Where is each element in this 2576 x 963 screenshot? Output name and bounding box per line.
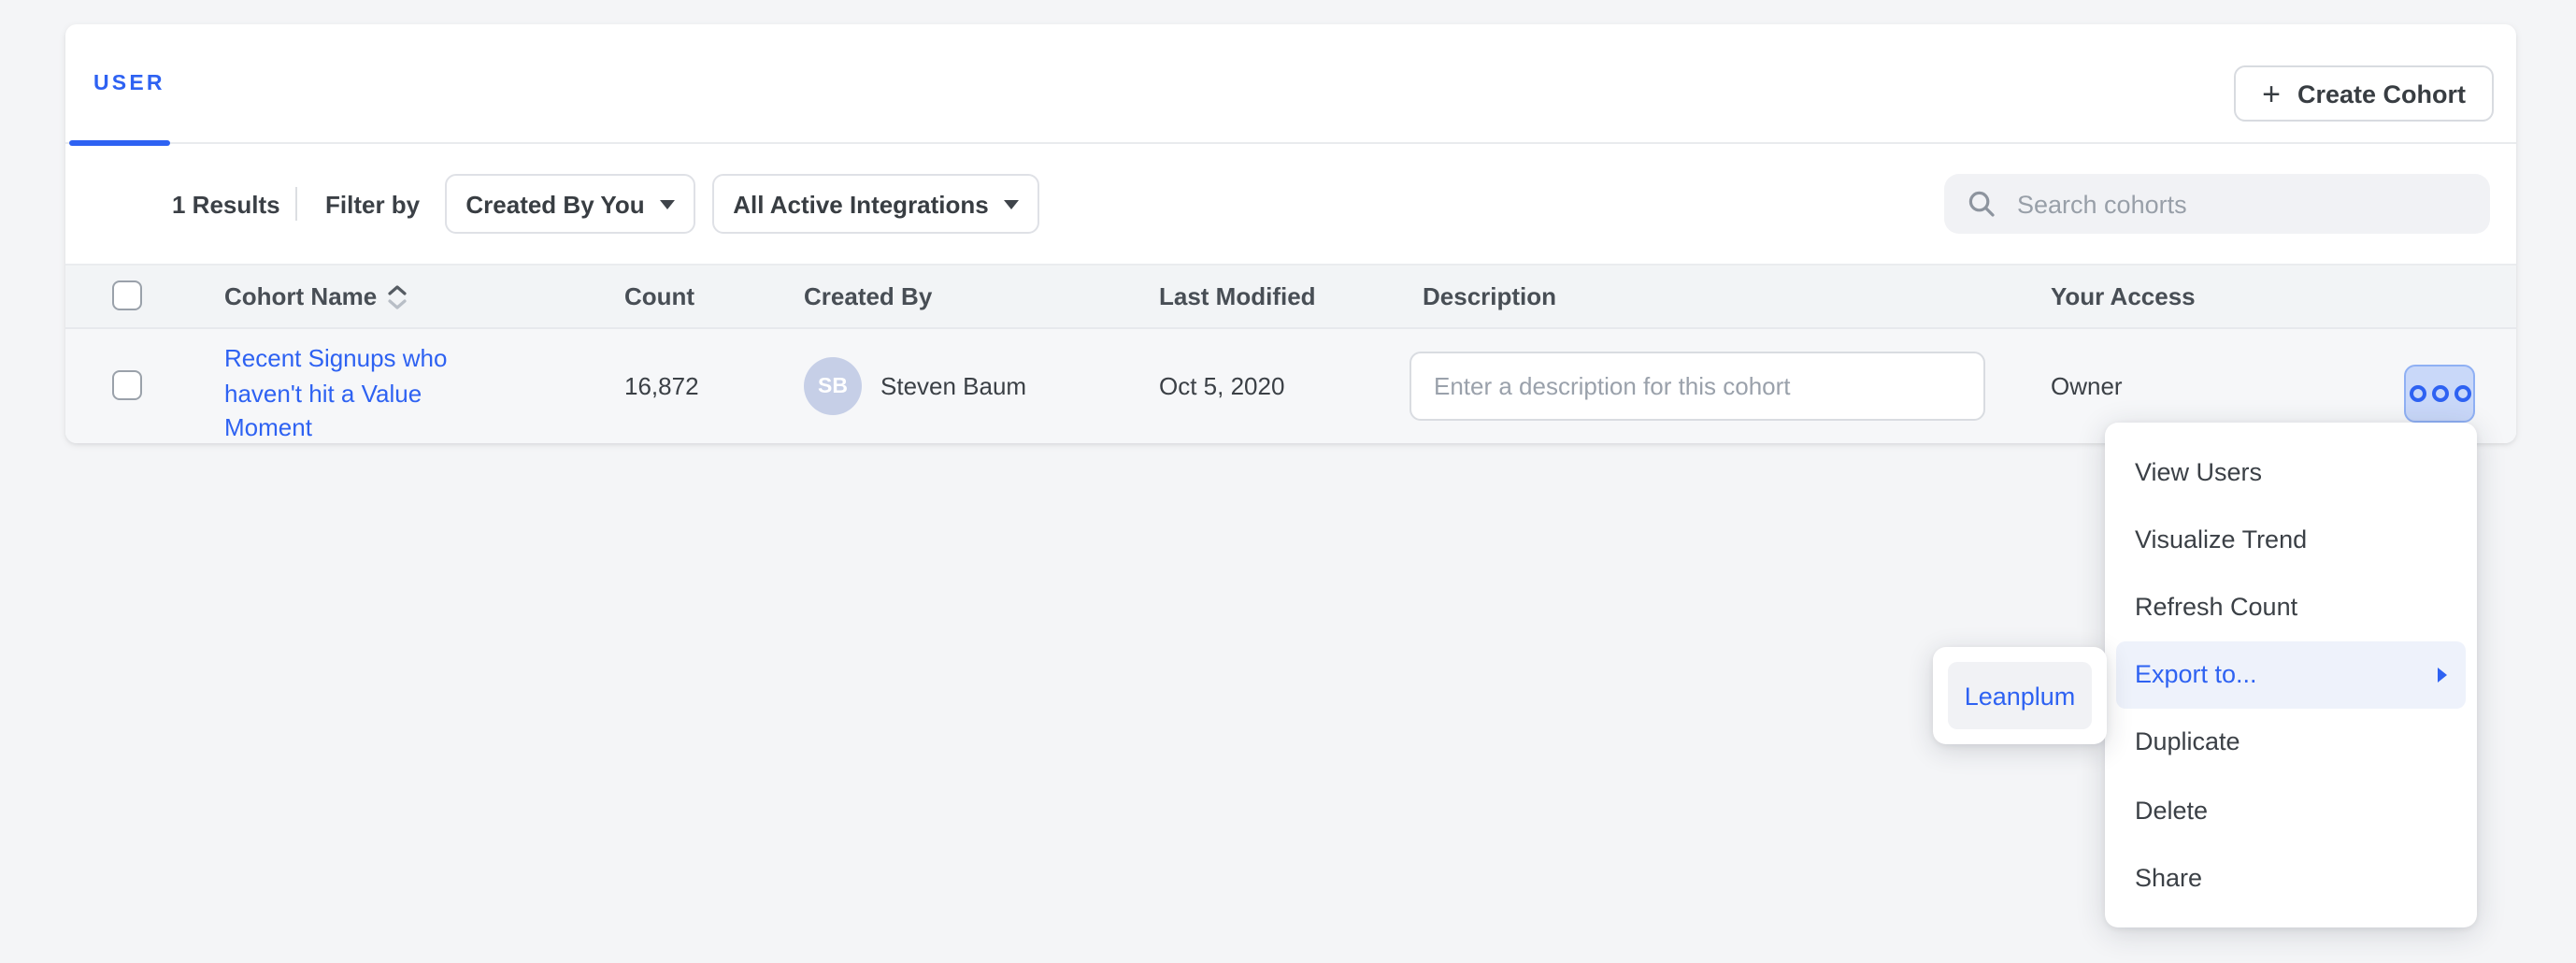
- menu-item-export-to[interactable]: Export to...: [2116, 640, 2466, 708]
- select-all-checkbox[interactable]: [112, 280, 142, 310]
- menu-item-view-users[interactable]: View Users: [2105, 438, 2477, 505]
- integrations-dropdown-label: All Active Integrations: [733, 190, 989, 218]
- search-cohorts-box[interactable]: [1944, 174, 2490, 234]
- filter-by-label: Filter by: [325, 144, 420, 264]
- column-header-your-access: Your Access: [2051, 266, 2196, 327]
- cohort-name-header-label: Cohort Name: [224, 282, 377, 310]
- tab-user[interactable]: USER: [65, 24, 193, 144]
- cohorts-card: USER + Create Cohort 1 Results Filter by…: [65, 24, 2516, 443]
- ellipsis-icon: [2409, 385, 2426, 402]
- created-by-name: Steven Baum: [880, 329, 1026, 443]
- cohort-name-link[interactable]: Recent Signups who haven't hit a Value M…: [224, 342, 460, 446]
- cohorts-page: USER + Create Cohort 1 Results Filter by…: [0, 0, 2576, 963]
- divider: [295, 187, 297, 221]
- created-by-dropdown[interactable]: Created By You: [445, 174, 695, 234]
- column-header-description: Description: [1423, 266, 1556, 327]
- menu-item-duplicate[interactable]: Duplicate: [2105, 709, 2477, 776]
- menu-item-delete[interactable]: Delete: [2105, 776, 2477, 843]
- sort-icon: [386, 283, 407, 309]
- row-actions-button[interactable]: [2404, 365, 2475, 423]
- menu-item-visualize-trend[interactable]: Visualize Trend: [2105, 505, 2477, 572]
- row-actions-menu: View Users Visualize Trend Refresh Count…: [2105, 423, 2477, 927]
- create-cohort-button[interactable]: + Create Cohort: [2234, 65, 2494, 122]
- ellipsis-icon: [2454, 385, 2470, 402]
- column-header-cohort-name[interactable]: Cohort Name: [224, 266, 407, 327]
- table-header-row: Cohort Name Count Created By Last Modifi…: [65, 264, 2516, 329]
- filter-bar: 1 Results Filter by Created By You All A…: [65, 144, 2516, 264]
- avatar: SB: [804, 357, 862, 415]
- cohort-count: 16,872: [624, 329, 699, 443]
- select-row-checkbox[interactable]: [112, 370, 142, 400]
- integrations-dropdown[interactable]: All Active Integrations: [712, 174, 1039, 234]
- arrow-right-icon: [2438, 667, 2447, 682]
- plus-icon: +: [2262, 78, 2281, 109]
- last-modified-date: Oct 5, 2020: [1159, 329, 1284, 443]
- export-submenu: Leanplum: [1933, 647, 2107, 744]
- export-to-label: Export to...: [2135, 660, 2257, 688]
- column-header-created-by: Created By: [804, 266, 932, 327]
- search-cohorts-input[interactable]: [2013, 188, 2468, 220]
- description-input[interactable]: [1410, 352, 1985, 421]
- menu-item-refresh-count[interactable]: Refresh Count: [2105, 573, 2477, 640]
- results-count: 1 Results: [172, 144, 280, 264]
- menu-item-share[interactable]: Share: [2105, 843, 2477, 911]
- column-header-last-modified: Last Modified: [1159, 266, 1316, 327]
- created-by-dropdown-label: Created By You: [465, 190, 644, 218]
- search-icon: [1967, 189, 1996, 219]
- create-cohort-label: Create Cohort: [2297, 79, 2466, 108]
- column-header-count: Count: [624, 266, 694, 327]
- ellipsis-icon: [2431, 385, 2448, 402]
- tab-bar: USER + Create Cohort: [65, 24, 2516, 144]
- submenu-item-leanplum[interactable]: Leanplum: [1948, 662, 2092, 729]
- caret-down-icon: [660, 199, 675, 208]
- caret-down-icon: [1004, 199, 1019, 208]
- tab-user-label: USER: [93, 73, 165, 95]
